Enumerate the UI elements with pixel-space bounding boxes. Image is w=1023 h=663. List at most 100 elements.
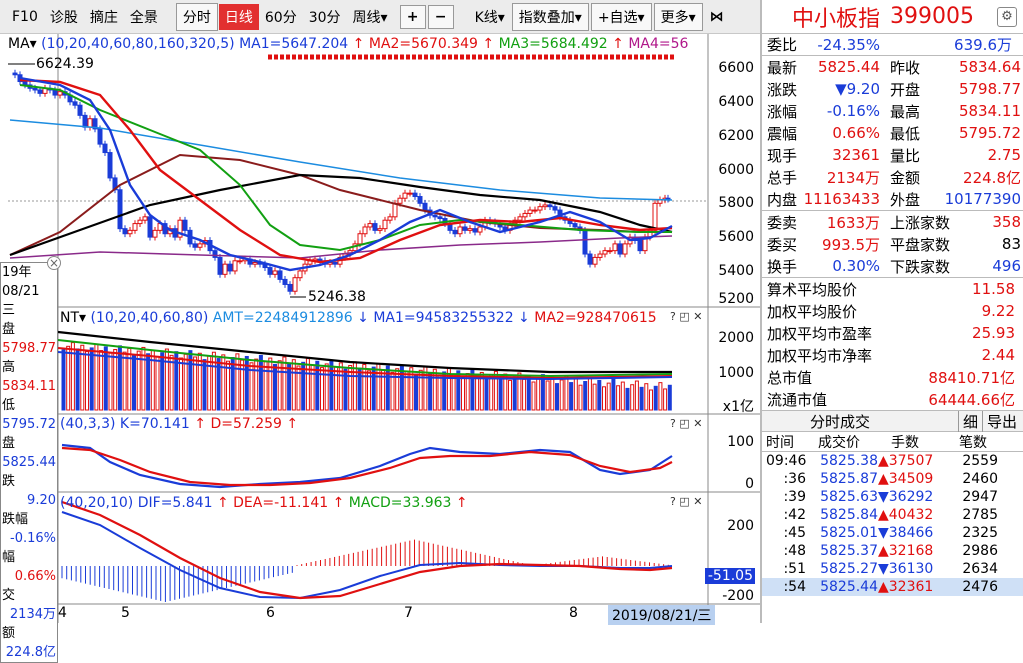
tick-time: :54 xyxy=(783,579,806,595)
candle-body xyxy=(357,233,363,245)
stat-row: 算术平均股价 11.58 xyxy=(762,278,1023,300)
quote-key: 开盘 xyxy=(890,80,921,99)
tick-time: 09:46 xyxy=(766,453,807,469)
ma-label[interactable]: MA xyxy=(8,36,30,52)
tb-index-overlay[interactable]: 指数叠加▾ xyxy=(511,2,589,31)
stat-row: 总市值 88410.71亿 xyxy=(762,366,1023,388)
tick-price: 5825.27 xyxy=(820,561,878,577)
close-overlay-icon[interactable]: × xyxy=(47,256,61,270)
volume-bar xyxy=(550,376,555,411)
volume-bar xyxy=(667,384,672,411)
candle-body xyxy=(37,89,43,94)
volume-legend: NT▾ (10,20,40,60,80) AMT=22484912896 ↓ M… xyxy=(60,310,657,326)
info-value: 2134万 xyxy=(9,607,56,622)
tick-row: :42 5825.84 ▲40432 2785 xyxy=(762,506,1023,524)
cursor-info-box: 19年 08/21 三盘 5798.77 高 5834.11 低 5795.72 盘 5825.… xyxy=(0,262,58,663)
volume-bar xyxy=(602,386,606,411)
volume-bar xyxy=(240,359,245,411)
tb-add-watchlist[interactable]: +自选▾ xyxy=(590,2,652,31)
tb-quanjing[interactable]: 全景 xyxy=(124,4,164,30)
index-name: 中小板指 xyxy=(792,6,881,32)
order-key: 委卖 xyxy=(767,213,798,232)
panel-tools-icons[interactable]: ? ◰ ✕ xyxy=(670,495,702,508)
volume-bar xyxy=(578,384,583,411)
volume-bar xyxy=(230,357,235,411)
candle-body xyxy=(22,81,28,86)
macd-current-value: -51.05 xyxy=(705,568,755,584)
zoom-in-button[interactable]: + xyxy=(399,4,426,29)
candle-body xyxy=(412,192,418,198)
weibi-row: 委比 -24.35% 639.6万 xyxy=(762,34,1023,56)
quote-value: ▼9.20 xyxy=(835,80,880,98)
candle-body xyxy=(332,261,338,265)
stat-key: 算术平均股价 xyxy=(767,280,858,299)
tick-qty: ▲32168 xyxy=(878,543,934,559)
quote-key: 总手 xyxy=(767,168,798,187)
vol-unit: x1亿 xyxy=(722,399,754,415)
tick-export-button[interactable]: 导出 xyxy=(981,410,1017,432)
volume-bar xyxy=(150,349,155,411)
quote-key: 最高 xyxy=(890,102,921,121)
quote-value: 2.75 xyxy=(987,146,1021,164)
order-row: 换手 0.30% 下跌家数 496 xyxy=(762,255,1023,277)
volume-bar xyxy=(522,378,527,411)
candle-body xyxy=(457,226,463,235)
volume-bar xyxy=(75,348,80,411)
candle-body xyxy=(612,243,618,252)
stat-key: 流通市值 xyxy=(767,390,828,409)
breadth-key: 上涨家数 xyxy=(890,213,951,232)
tb-60fen[interactable]: 60分 xyxy=(259,4,303,30)
tb-zhengu[interactable]: 诊股 xyxy=(44,4,84,30)
chart-area[interactable] xyxy=(0,34,760,623)
settings-icon[interactable]: ⚙ xyxy=(997,7,1017,27)
tb-zhouxian[interactable]: 周线▾ xyxy=(347,4,394,30)
tb-kline[interactable]: K线▾ xyxy=(469,4,511,30)
order-value: 1633万 xyxy=(826,213,880,232)
candle-body xyxy=(407,192,413,195)
tick-count: 2325 xyxy=(962,525,998,541)
volume-bar xyxy=(663,388,668,411)
order-key: 换手 xyxy=(767,257,798,276)
volume-bar xyxy=(263,361,268,411)
candle-body xyxy=(582,229,588,255)
tb-f10[interactable]: F10 xyxy=(6,6,44,28)
panel-tools-icons[interactable]: ? ◰ ✕ xyxy=(670,417,702,430)
volume-bar xyxy=(334,366,339,411)
tb-30fen[interactable]: 30分 xyxy=(303,4,347,30)
ma-params: (10,20,40,60,80,160,320,5) xyxy=(41,36,235,52)
quote-key: 涨跌 xyxy=(767,80,798,99)
quote-key: 昨收 xyxy=(890,58,921,77)
quote-row: 总手 2134万 金额 224.8亿 xyxy=(762,166,1023,188)
quote-value: 5834.64 xyxy=(958,58,1021,76)
stat-row: 加权平均市净率 2.44 xyxy=(762,344,1023,366)
breadth-key: 平盘家数 xyxy=(890,235,951,254)
order-row: 委卖 1633万 上涨家数 358 xyxy=(762,211,1023,233)
kdj-y-tick: 0 xyxy=(745,476,754,492)
zoom-out-button[interactable]: − xyxy=(427,4,454,29)
tick-qty: ▼38466 xyxy=(878,525,934,541)
candle-body xyxy=(237,260,243,263)
tb-more[interactable]: 更多▾ xyxy=(653,2,703,31)
volume-bar xyxy=(310,364,315,411)
tb-rixian[interactable]: 日线 xyxy=(218,3,259,30)
tb-zhaozhuang[interactable]: 摘庄 xyxy=(84,4,124,30)
info-label: 低 xyxy=(2,398,16,413)
quote-key: 量比 xyxy=(890,146,921,165)
tick-detail-button[interactable]: 细 xyxy=(957,410,978,432)
volume-bar xyxy=(639,386,644,411)
ma2-value: MA2=5670.349 xyxy=(368,36,478,52)
tick-title: 分时成交 xyxy=(810,412,871,431)
candle-body xyxy=(82,114,88,128)
quote-value: 5795.72 xyxy=(958,124,1021,142)
stat-row: 加权平均市盈率 25.93 xyxy=(762,322,1023,344)
order-value: 993.5万 xyxy=(822,235,880,254)
stat-value: 2.44 xyxy=(981,346,1015,364)
quote-key: 最新 xyxy=(767,58,798,77)
volume-label[interactable]: NT xyxy=(60,310,79,326)
quote-title: 中小板指 399005 ⚙ xyxy=(762,0,1023,34)
panel-tools-icons[interactable]: ? ◰ ✕ xyxy=(670,310,702,323)
tb-fenshi[interactable]: 分时 xyxy=(175,2,218,31)
ma-legend: MA▾ (10,20,40,60,80,160,320,5) MA1=5647.… xyxy=(8,36,689,52)
volume-bar xyxy=(122,351,127,411)
collapse-icon[interactable]: ⋈ xyxy=(704,6,730,28)
